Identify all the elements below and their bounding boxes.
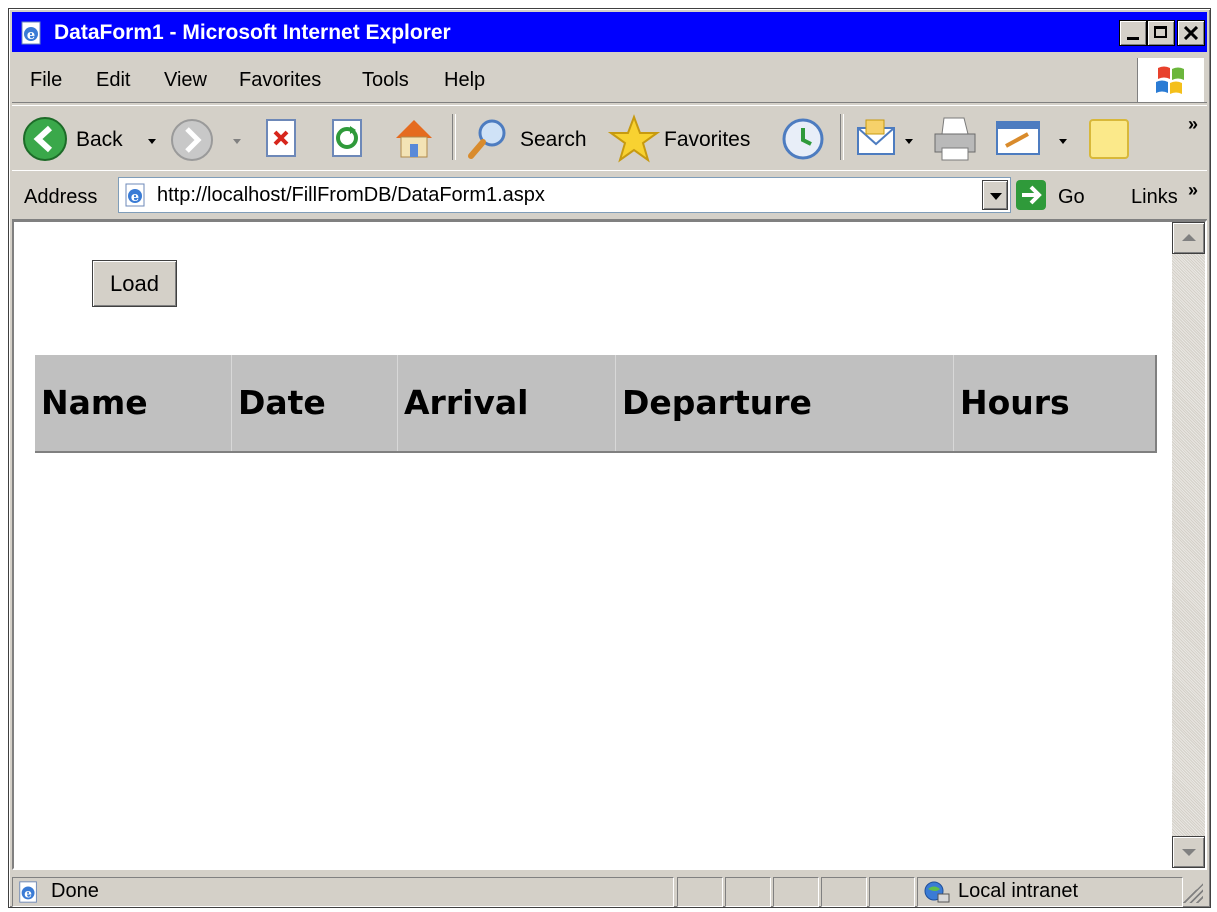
grid-header-arrival: Arrival [398,355,616,451]
mail-button[interactable] [854,116,900,167]
favorites-label[interactable]: Favorites [664,128,750,152]
resize-grip[interactable] [1183,883,1203,903]
search-icon [468,119,506,159]
home-icon [396,120,432,158]
go-button[interactable] [1016,180,1046,210]
grid-header-hours: Hours [960,383,1070,422]
toolbar-overflow-chevron[interactable]: » [1188,114,1198,135]
data-grid-header: Name Date Arrival Departure Hours [35,355,1157,453]
window-title: DataForm1 - Microsoft Internet Explorer [54,21,451,44]
search-label[interactable]: Search [520,128,587,152]
address-url[interactable]: http://localhost/FillFromDB/DataForm1.as… [157,184,545,207]
status-panel [773,877,819,907]
ie-page-icon: e [21,21,41,45]
grid-header-departure: Departure [616,355,954,451]
intranet-zone-icon [924,881,950,903]
menu-file[interactable]: File [30,69,62,92]
forward-dropdown-arrow[interactable] [233,139,241,144]
load-button[interactable]: Load [92,260,177,307]
menu-edit[interactable]: Edit [96,69,130,92]
windows-flag-icon [1156,66,1184,94]
status-text: Done [51,880,99,902]
stop-icon [266,119,296,157]
printer-icon [934,117,976,161]
history-icon [782,118,824,160]
history-button[interactable] [780,116,826,167]
go-arrow-icon [1022,185,1042,205]
address-dropdown-button[interactable] [982,180,1008,210]
status-main: e Done [12,877,674,907]
address-label: Address [24,186,98,208]
search-button[interactable] [464,116,510,167]
svg-text:e: e [24,887,32,901]
edit-page-icon [996,121,1040,155]
menu-view[interactable]: View [164,69,207,92]
browser-window: e DataForm1 - Microsoft Internet Explore… [8,8,1211,908]
grid-header-date: Date [232,355,398,451]
back-dropdown-arrow[interactable] [148,139,156,144]
svg-text:e: e [131,190,139,205]
close-icon [1184,26,1198,40]
toolbar-separator [840,114,844,160]
status-panel [725,877,771,907]
close-button[interactable] [1177,20,1205,46]
minimize-button[interactable] [1119,20,1147,46]
back-arrow-icon [23,117,67,161]
zone-text: Local intranet [958,880,1079,902]
toolbar-separator [452,114,456,160]
status-panel [869,877,915,907]
note-icon [1089,119,1129,159]
grid-header-name: Name [35,355,232,451]
home-button[interactable] [390,114,438,167]
menu-tools[interactable]: Tools [362,69,409,92]
scroll-down-button[interactable] [1172,836,1205,868]
mail-icon [857,119,895,155]
discuss-button[interactable] [1086,116,1132,167]
scroll-up-button[interactable] [1172,222,1205,254]
edit-button[interactable] [994,118,1042,165]
mail-dropdown-arrow[interactable] [905,139,913,144]
refresh-icon [332,119,362,157]
favorites-button[interactable] [607,114,661,169]
page-content: Load Name Date Arrival Departure Hours [12,220,1207,870]
status-panel [677,877,723,907]
go-label[interactable]: Go [1058,186,1085,209]
menu-favorites[interactable]: Favorites [239,69,321,92]
status-zone: Local intranet [917,877,1183,907]
edit-dropdown-arrow[interactable] [1059,139,1067,144]
links-overflow-chevron[interactable]: » [1188,180,1198,201]
maximize-button[interactable] [1147,20,1175,46]
links-label[interactable]: Links [1131,186,1178,209]
title-bar[interactable]: e DataForm1 - Microsoft Internet Explore… [12,12,1207,52]
windows-logo [1137,58,1204,102]
status-bar: e Done Local intranet [12,873,1207,907]
page-done-icon: e [19,881,37,903]
stop-button[interactable] [264,118,300,165]
refresh-button[interactable] [330,118,366,165]
address-input[interactable]: e http://localhost/FillFromDB/DataForm1.… [118,177,1011,213]
status-panel [821,877,867,907]
standard-toolbar: Back Search Favorites » [12,105,1207,171]
menu-help[interactable]: Help [444,69,485,92]
forward-button[interactable] [170,118,214,167]
forward-arrow-icon [171,119,213,161]
favorites-star-icon [607,114,661,163]
address-bar: Address e http://localhost/FillFromDB/Da… [12,170,1207,220]
back-label[interactable]: Back [76,128,123,152]
vertical-scrollbar[interactable] [1172,222,1205,868]
back-button[interactable] [22,116,68,167]
menu-bar: File Edit View Favorites Tools Help [12,56,1207,103]
page-icon: e [125,183,145,207]
svg-text:e: e [27,28,35,43]
print-button[interactable] [930,114,980,169]
